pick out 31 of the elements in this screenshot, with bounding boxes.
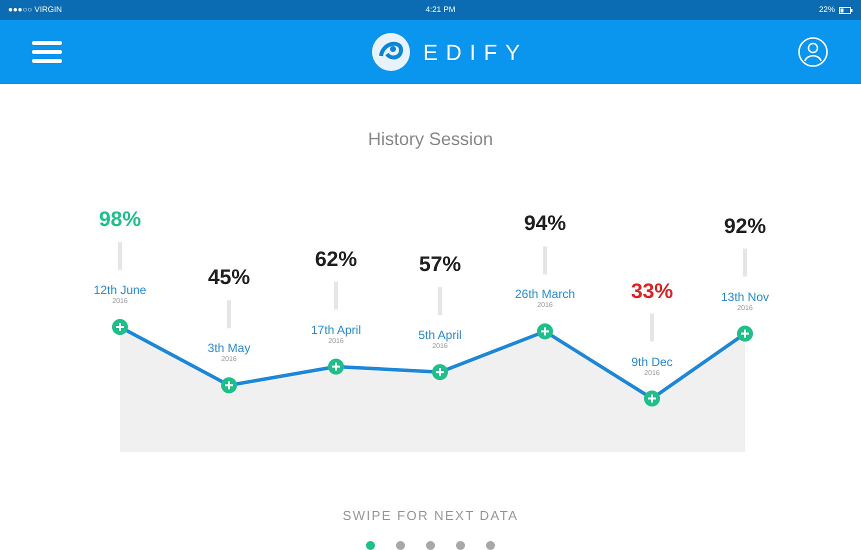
session-date: 26th March: [514, 288, 576, 300]
session-date: 9th Dec: [631, 356, 673, 368]
score-percent: 33%: [630, 280, 674, 302]
score-percent: 94%: [524, 213, 566, 234]
battery-level: 22%: [818, 4, 835, 16]
session-date: 3th May: [208, 342, 250, 354]
score-percent: 45%: [208, 267, 250, 288]
session-date: 5th April: [418, 329, 462, 342]
swipe-hint: SWIPE FOR NEXT DATA: [342, 507, 518, 525]
session-date: 17th April: [310, 324, 362, 336]
plus-marker-icon[interactable]: [328, 358, 344, 375]
plus-marker-icon[interactable]: [221, 377, 237, 394]
logo-text: EDIFY: [423, 38, 528, 66]
score-percent: 57%: [418, 254, 462, 276]
score-percent: 92%: [724, 216, 766, 237]
plus-marker-icon[interactable]: [737, 326, 753, 342]
session-date: 12th June: [94, 284, 146, 296]
status-time: 4:21 PM: [426, 4, 456, 16]
score-percent: 62%: [314, 248, 358, 270]
score-percent: 98%: [98, 209, 142, 230]
plus-marker-icon[interactable]: [537, 323, 553, 340]
session-date: 13th Nov: [720, 290, 770, 303]
page-title: History Session: [368, 128, 494, 150]
menu-icon[interactable]: [32, 41, 62, 63]
plus-marker-icon[interactable]: [644, 390, 660, 406]
plus-marker-icon[interactable]: [432, 364, 448, 380]
profile-icon[interactable]: [796, 36, 829, 68]
plus-marker-icon[interactable]: [112, 319, 128, 335]
logo-icon: [371, 32, 412, 72]
carrier-name: ●●●○○ VIRGIN: [8, 4, 62, 16]
battery-icon: [838, 6, 853, 14]
